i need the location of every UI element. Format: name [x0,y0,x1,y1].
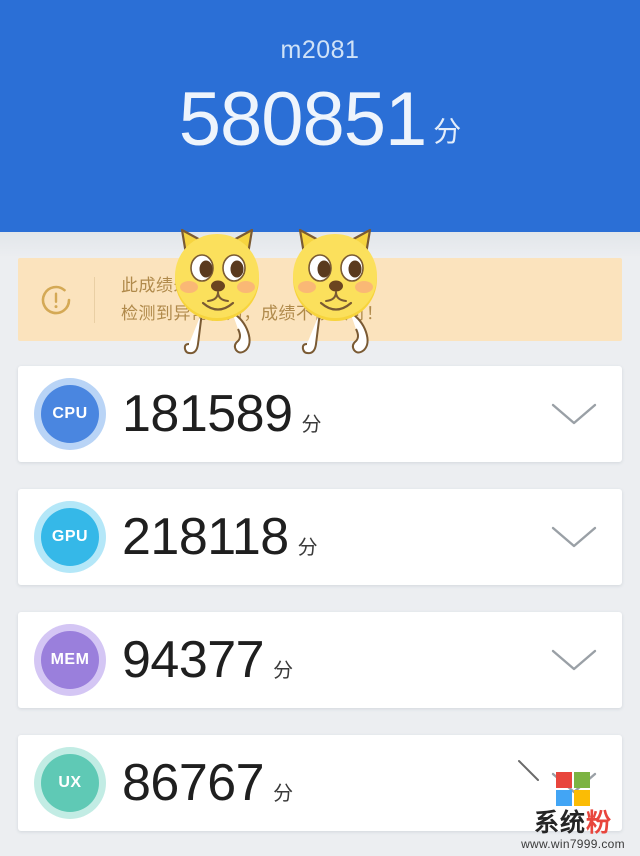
total-score: 580851 [178,77,428,162]
score-header: m2081 580851 分 [0,0,640,232]
ux-score: 86767 [122,754,265,812]
score-group: 94377 分 [122,634,526,686]
mem-badge-icon: MEM [41,631,99,689]
score-card-gpu[interactable]: GPU 218118 分 [18,489,622,585]
badge-wrap: MEM [18,631,122,689]
cpu-score-unit: 分 [301,414,322,436]
chevron-down-icon[interactable] [526,646,622,674]
badge-wrap: UX [18,754,122,812]
score-card-cpu[interactable]: CPU 181589 分 [18,366,622,462]
badge-wrap: GPU [18,508,122,566]
device-name: m2081 [280,36,360,64]
verification-warning-banner: 此成绩未经验证 检测到异常行为，成绩不被认可！ [18,258,622,341]
gpu-score-unit: 分 [297,537,318,559]
score-group: 218118 分 [122,511,526,563]
banner-message-line2: 检测到异常行为，成绩不被认可！ [121,303,384,323]
antutu-result-screen: m2081 580851 分 此成绩未经验证 检测到异常行为，成绩不被认可！ CP… [0,0,640,856]
score-card-ux[interactable]: UX 86767 分 [18,735,622,831]
banner-message-line1: 此成绩未经验证 [121,275,244,295]
chevron-down-icon[interactable] [526,769,622,797]
header-divider [0,232,640,258]
total-score-unit: 分 [433,116,462,147]
score-group: 86767 分 [122,757,526,809]
score-group: 181589 分 [122,388,526,440]
watermark-url: www.win7999.com [521,837,625,851]
gpu-score: 218118 [122,508,289,566]
exclamation-circle-icon [18,281,94,319]
ux-badge-icon: UX [41,754,99,812]
ux-score-unit: 分 [273,783,294,805]
total-score-group: 580851 分 [0,82,640,158]
banner-message: 此成绩未经验证 检测到异常行为，成绩不被认可！ [95,272,384,328]
mem-score: 94377 [122,631,265,689]
gpu-badge-icon: GPU [41,508,99,566]
chevron-down-icon[interactable] [526,400,622,428]
cpu-badge-icon: CPU [41,385,99,443]
chevron-down-icon[interactable] [526,523,622,551]
score-card-mem[interactable]: MEM 94377 分 [18,612,622,708]
cpu-score: 181589 [122,385,293,443]
badge-wrap: CPU [18,385,122,443]
mem-score-unit: 分 [273,660,294,682]
